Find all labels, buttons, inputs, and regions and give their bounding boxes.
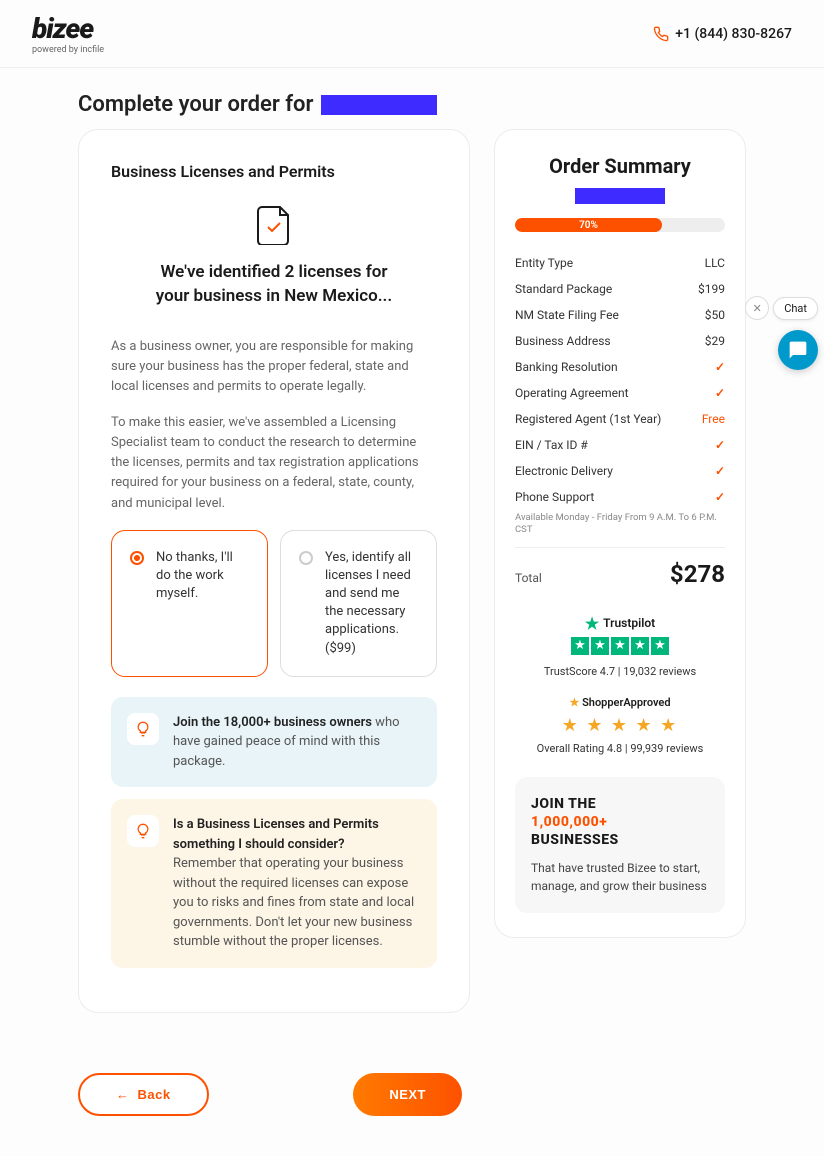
shopper-approved-block: ★ ShopperApproved ★ ★ ★ ★ ★ Overall Rati… xyxy=(515,696,725,755)
paragraph-1: As a business owner, you are responsible… xyxy=(111,337,437,397)
line-item: Operating Agreement✓ xyxy=(515,380,725,406)
option-group: No thanks, I'll do the work myself. Yes,… xyxy=(111,530,437,677)
trustpilot-block: ★ Trustpilot ★★★★★ TrustScore 4.7 | 19,0… xyxy=(515,614,725,678)
trustpilot-stars: ★★★★★ xyxy=(571,637,669,655)
line-item: Business Address$29 xyxy=(515,328,725,354)
check-icon: ✓ xyxy=(715,490,725,504)
line-item: EIN / Tax ID #✓ xyxy=(515,432,725,458)
logo-subtext: powered by incfile xyxy=(32,45,104,55)
line-item: Electronic Delivery✓ xyxy=(515,458,725,484)
total-label: Total xyxy=(515,571,542,585)
shopper-stars: ★ ★ ★ ★ ★ xyxy=(515,715,725,736)
lightbulb-icon xyxy=(127,713,159,745)
back-button[interactable]: ← Back xyxy=(78,1073,209,1116)
line-item: Registered Agent (1st Year)Free xyxy=(515,406,725,432)
redacted-company-name xyxy=(321,95,437,115)
order-summary-card: Order Summary 70% Entity TypeLLCStandard… xyxy=(494,129,746,938)
arrow-left-icon: ← xyxy=(116,1087,130,1102)
option-no-label: No thanks, I'll do the work myself. xyxy=(156,549,249,658)
join-body: That have trusted Bizee to start, manage… xyxy=(531,859,709,895)
phone-number: +1 (844) 830-8267 xyxy=(675,26,792,42)
phone-link[interactable]: +1 (844) 830-8267 xyxy=(653,26,792,42)
main-card: Business Licenses and Permits We've iden… xyxy=(78,129,470,1013)
logo[interactable]: bizee powered by incfile xyxy=(32,12,104,55)
progress-fill: 70% xyxy=(515,218,662,232)
info-consider: Is a Business Licenses and Permits somet… xyxy=(111,799,437,968)
chat-icon xyxy=(788,340,808,360)
document-check-icon xyxy=(111,205,437,245)
check-icon: ✓ xyxy=(715,464,725,478)
radio-icon xyxy=(130,551,144,565)
chat-close-button[interactable]: ✕ xyxy=(745,296,769,320)
option-no-thanks[interactable]: No thanks, I'll do the work myself. xyxy=(111,530,268,677)
line-item: Phone Support✓ xyxy=(515,484,725,510)
section-title: Business Licenses and Permits xyxy=(111,162,437,181)
lightbulb-icon xyxy=(127,815,159,847)
redacted-summary-name xyxy=(575,188,665,204)
page-title: Complete your order for xyxy=(0,68,824,129)
identified-heading: We've identified 2 licenses for your bus… xyxy=(111,261,437,309)
line-item: Standard Package$199 xyxy=(515,276,725,302)
line-item: Banking Resolution✓ xyxy=(515,354,725,380)
shopper-rating: Overall Rating 4.8 | 99,939 reviews xyxy=(515,742,725,755)
chat-widget: ✕ Chat xyxy=(745,296,818,320)
info-join-owners: Join the 18,000+ business owners who hav… xyxy=(111,697,437,788)
fine-print: Available Monday - Friday From 9 A.M. To… xyxy=(515,512,725,537)
check-icon: ✓ xyxy=(715,438,725,452)
logo-text: bizee xyxy=(32,12,104,45)
line-items: Entity TypeLLCStandard Package$199NM Sta… xyxy=(515,250,725,510)
chat-bubble-button[interactable] xyxy=(778,330,818,370)
summary-title: Order Summary xyxy=(515,154,725,178)
trustpilot-score: TrustScore 4.7 | 19,032 reviews xyxy=(515,665,725,678)
join-callout: JOIN THE 1,000,000+ BUSINESSES That have… xyxy=(515,777,725,914)
header: bizee powered by incfile +1 (844) 830-82… xyxy=(0,0,824,68)
check-icon: ✓ xyxy=(715,386,725,400)
total-row: Total $278 xyxy=(515,547,725,588)
check-icon: ✓ xyxy=(715,360,725,374)
option-yes-label: Yes, identify all licenses I need and se… xyxy=(325,549,418,658)
progress-bar: 70% xyxy=(515,218,725,232)
chat-label[interactable]: Chat xyxy=(773,297,818,320)
line-item: NM State Filing Fee$50 xyxy=(515,302,725,328)
radio-icon xyxy=(299,551,313,565)
phone-icon xyxy=(653,26,669,42)
next-button[interactable]: NEXT xyxy=(353,1073,462,1116)
total-amount: $278 xyxy=(670,560,725,588)
line-item: Entity TypeLLC xyxy=(515,250,725,276)
paragraph-2: To make this easier, we've assembled a L… xyxy=(111,413,437,514)
option-yes-identify[interactable]: Yes, identify all licenses I need and se… xyxy=(280,530,437,677)
star-icon: ★ xyxy=(585,614,599,633)
